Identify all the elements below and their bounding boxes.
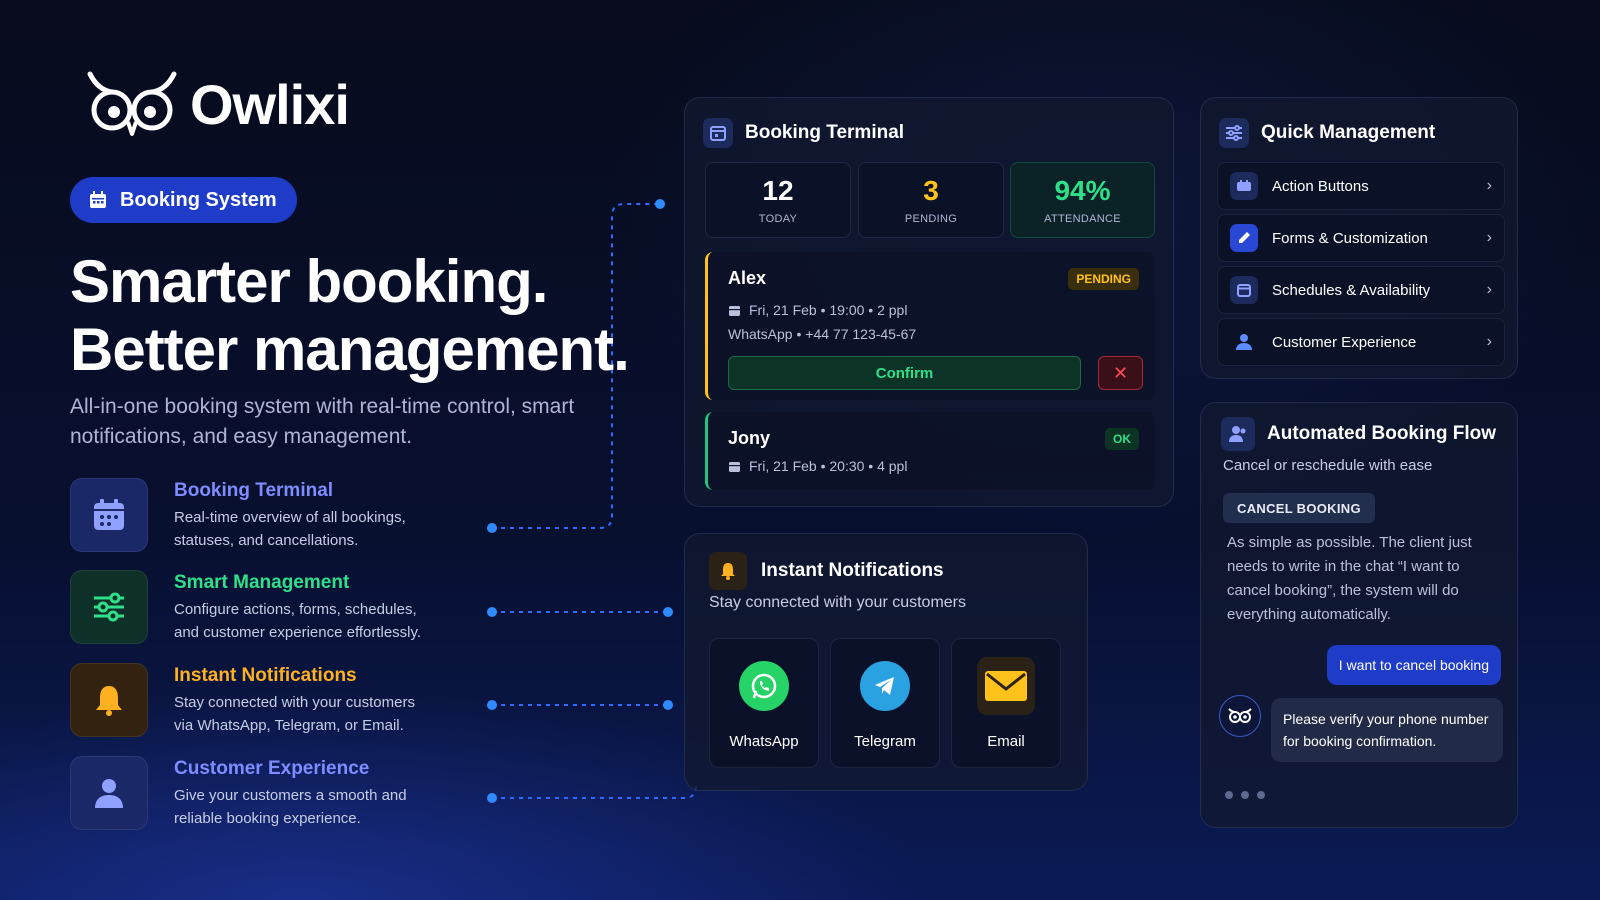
calendar-icon [703,118,733,148]
confirm-button[interactable]: Confirm [728,356,1081,390]
headline-line-2: Better management. [70,316,630,383]
booking-item[interactable]: Alex PENDING Fri, 21 Feb • 19:00 • 2 ppl… [705,252,1155,400]
tag-icon [1230,172,1258,200]
stat-value: 94% [1054,175,1111,206]
card-title: Automated Booking Flow [1267,423,1497,444]
feature-desc: Real-time overview of all bookings, statu… [174,509,406,549]
menu-item-label: Action Buttons [1272,177,1369,195]
typing-indicator [1225,791,1265,799]
feature-customer-experience[interactable]: Customer Experience Give your customers … [70,756,490,830]
reject-button[interactable]: ✕ [1098,356,1143,390]
card-subtitle: Cancel or reschedule with ease [1223,457,1433,474]
whatsapp-icon [739,661,789,711]
card-header: Quick Management [1219,118,1435,148]
card-title: Quick Management [1261,122,1436,143]
menu-item-forms[interactable]: Forms & Customization › [1217,214,1505,262]
channel-label: Telegram [854,733,916,750]
chevron-right-icon: › [1486,333,1492,350]
feature-title: Instant Notifications [174,665,357,686]
calendar-icon [729,305,740,316]
booking-system-pill[interactable]: Booking System [70,177,297,223]
menu-item-label: Forms & Customization [1272,229,1428,247]
stat-pending: 3 PENDING [858,162,1004,238]
menu-item-label: Schedules & Availability [1272,281,1431,299]
booking-time: Fri, 21 Feb • 20:30 • 4 ppl [728,458,907,474]
stat-value: 12 [762,175,794,206]
bell-icon [70,663,148,737]
card-header: Instant Notifications [709,552,944,590]
calendar-icon [729,461,740,472]
telegram-icon [860,661,910,711]
stat-label: TODAY [758,213,798,225]
sliders-icon [1219,118,1249,148]
customer-name: Jony [728,428,771,448]
channel-whatsapp[interactable]: WhatsApp [709,638,819,768]
instant-notifications-card: Instant Notifications Stay connected wit… [684,533,1088,791]
bell-icon [709,552,747,590]
owl-icon [87,71,177,136]
booking-item[interactable]: Jony OK Fri, 21 Feb • 20:30 • 4 ppl [705,412,1155,490]
card-title: Booking Terminal [745,122,905,143]
feature-smart-management[interactable]: Smart Management Configure actions, form… [70,570,490,644]
user-chat-bubble: I want to cancel booking [1326,645,1501,685]
user-icon [70,756,148,830]
status-badge: OK [1105,428,1139,450]
page-subtitle: All-in-one booking system with real-time… [70,395,575,448]
calendar-icon [1230,276,1258,304]
users-icon [1221,417,1255,451]
card-header: Booking Terminal [703,118,904,148]
page-title: Smarter booking. Better management. [70,248,630,384]
stat-today: 12 TODAY [705,162,851,238]
cancel-booking-tag: CANCEL BOOKING [1223,493,1375,523]
chevron-right-icon: › [1486,229,1492,246]
channel-email[interactable]: Email [951,638,1061,768]
customer-name: Alex [728,268,767,288]
stat-attendance: 94% ATTENDANCE [1010,162,1155,238]
flow-description: As simple as possible. The client just n… [1227,534,1472,623]
card-header: Automated Booking Flow [1221,417,1496,451]
feature-title: Booking Terminal [174,480,334,501]
quick-management-card: Quick Management Action Buttons › Forms … [1200,97,1518,379]
card-subtitle: Stay connected with your customers [709,594,967,611]
sliders-icon [70,570,148,644]
bot-chat-bubble: Please verify your phone number for book… [1271,698,1503,762]
calendar-icon [90,191,106,208]
chevron-right-icon: › [1486,281,1492,298]
booking-terminal-card: Booking Terminal 12 TODAY 3 PENDING 94% … [684,97,1174,507]
channel-telegram[interactable]: Telegram [830,638,940,768]
booking-time: Fri, 21 Feb • 19:00 • 2 ppl [728,302,907,318]
booking-contact: WhatsApp • +44 77 123-45-67 [728,326,917,342]
feature-title: Customer Experience [174,758,370,779]
owl-icon [1219,695,1261,737]
feature-desc: Give your customers a smooth and reliable… [174,787,407,827]
menu-item-label: Customer Experience [1272,333,1417,351]
feature-title: Smart Management [174,572,350,593]
calendar-icon [70,478,148,552]
headline-line-1: Smarter booking. [70,248,548,315]
menu-item-action-buttons[interactable]: Action Buttons › [1217,162,1505,210]
brand-logo: Owlixi [84,70,350,138]
chevron-right-icon: › [1486,177,1492,194]
feature-booking-terminal[interactable]: Booking Terminal Real-time overview of a… [70,478,490,552]
feature-instant-notifications[interactable]: Instant Notifications Stay connected wit… [70,663,490,737]
user-icon [1230,328,1258,356]
stat-label: PENDING [904,213,958,225]
channel-label: Email [987,733,1025,750]
card-title: Instant Notifications [761,560,944,581]
stat-value: 3 [923,175,939,206]
status-badge: PENDING [1068,268,1139,290]
menu-item-schedules[interactable]: Schedules & Availability › [1217,266,1505,314]
feature-desc: Stay connected with your customers via Wh… [174,694,415,734]
channel-label: WhatsApp [729,733,799,750]
feature-desc: Configure actions, forms, schedules, and … [174,601,422,641]
menu-item-customer-experience[interactable]: Customer Experience › [1217,318,1505,366]
edit-icon [1230,224,1258,252]
envelope-icon [977,657,1035,715]
brand-name: Owlixi [190,72,350,136]
pill-label: Booking System [120,188,277,211]
automated-booking-flow-card: Automated Booking Flow Cancel or resched… [1200,402,1518,828]
stat-label: ATTENDANCE [1044,213,1121,225]
